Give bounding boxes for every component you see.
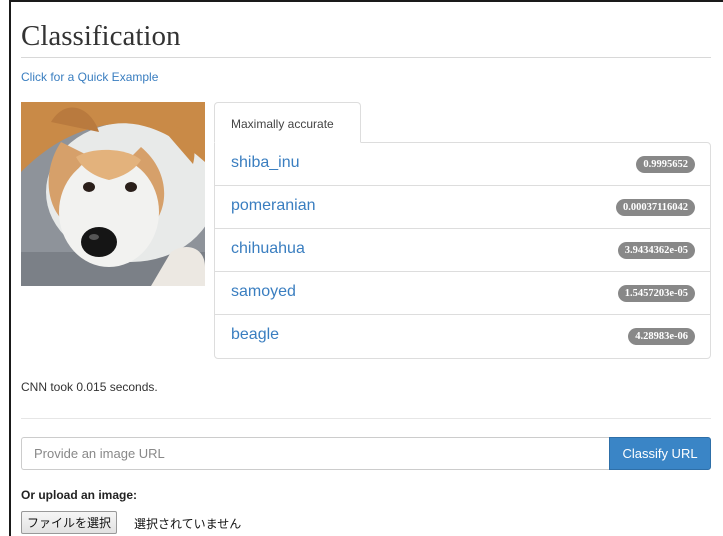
result-label[interactable]: shiba_inu [231,154,300,172]
score-badge: 0.9995652 [636,156,695,173]
result-row-beagle: beagle 4.28983e-06 [215,315,710,358]
result-label[interactable]: pomeranian [231,197,316,215]
score-badge: 4.28983e-06 [628,328,695,345]
result-label[interactable]: chihuahua [231,240,305,258]
section-divider [21,418,711,419]
results-list: shiba_inu 0.9995652 pomeranian 0.0003711… [214,142,711,359]
result-row-pomeranian: pomeranian 0.00037116042 [215,186,710,229]
result-label[interactable]: beagle [231,326,279,344]
result-row-chihuahua: chihuahua 3.9434362e-05 [215,229,710,272]
result-row-shiba-inu: shiba_inu 0.9995652 [215,143,710,186]
classify-url-button[interactable]: Classify URL [609,437,711,470]
score-badge: 3.9434362e-05 [617,242,695,259]
cnn-timing-text: CNN took 0.015 seconds. [21,380,158,394]
page-title: Classification [21,20,181,52]
upload-label: Or upload an image: [21,488,138,502]
title-divider [21,57,711,58]
dog-photo-illustration [21,102,205,286]
choose-file-button[interactable]: ファイルを選択 [21,511,118,534]
file-status-text: 選択されていません [134,517,242,531]
tab-maximally-accurate[interactable]: Maximally accurate [214,102,361,143]
quick-example-link[interactable]: Click for a Quick Example [21,70,158,84]
score-badge: 0.00037116042 [615,199,695,216]
score-badge: 1.5457203e-05 [617,285,695,302]
result-row-samoyed: samoyed 1.5457203e-05 [215,272,710,315]
classified-image [21,102,205,286]
result-label[interactable]: samoyed [231,283,296,301]
image-url-input[interactable] [21,437,610,470]
